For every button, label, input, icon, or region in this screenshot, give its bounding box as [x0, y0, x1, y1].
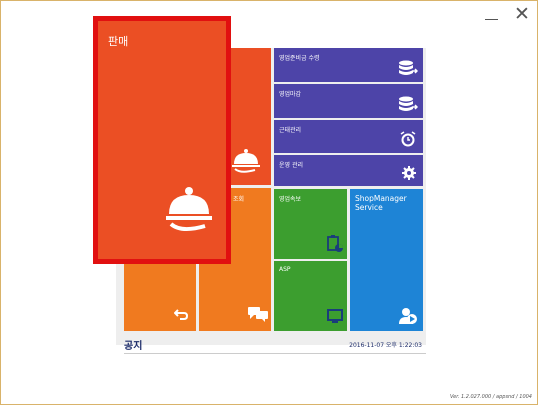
cloche-icon [166, 187, 212, 231]
tile-sales-label: 판매 [108, 35, 129, 48]
notice-title: 공지 [124, 341, 143, 352]
tile-sales[interactable]: 판매 [93, 16, 231, 264]
tile-sales-income-label: 영업준비금 수령 [279, 55, 320, 62]
notice-bar[interactable]: 공지 2016-11-07 오후 1:22:03 [124, 333, 426, 354]
tile-asp-label: ASP [279, 266, 291, 273]
return-icon [174, 309, 188, 320]
tile-sales-income[interactable]: 영업준비금 수령 [274, 48, 423, 82]
tile-attendance[interactable]: 근태관리 [274, 120, 423, 153]
minimize-button[interactable] [484, 5, 500, 23]
version-label: Ver. 1.2.027.000 / appsnd / 1004 [449, 394, 532, 400]
tile-sales-settle-label: 영업마감 [279, 91, 302, 98]
tile-attendance-label: 근태관리 [279, 127, 302, 134]
tile-shopmanager-label: ShopManager Service [355, 194, 407, 212]
close-button[interactable]: ✕ [514, 5, 530, 24]
user-play-icon [399, 308, 417, 324]
cloche-icon [232, 149, 260, 173]
tile-operation-label: 운영 관리 [279, 162, 303, 169]
database-export-icon [399, 96, 418, 111]
tile-sales-settle[interactable]: 영업마감 [274, 84, 423, 118]
alarm-clock-icon [400, 131, 416, 147]
chat-icon [248, 307, 268, 322]
notice-timestamp: 2016-11-07 오후 1:22:03 [349, 342, 422, 349]
monitor-icon [327, 309, 343, 323]
tile-lookup-label: 조회 [233, 196, 245, 203]
tile-shopmanager[interactable]: ShopManager Service [350, 189, 423, 331]
tile-asp[interactable]: ASP [274, 261, 347, 331]
gear-icon [402, 166, 416, 180]
tile-sales-report[interactable]: 영업속보 [274, 189, 347, 259]
tile-sales-report-label: 영업속보 [279, 196, 302, 203]
tile-operation[interactable]: 운영 관리 [274, 155, 423, 186]
database-export-icon [399, 60, 418, 75]
clipboard-chart-icon [327, 235, 343, 252]
